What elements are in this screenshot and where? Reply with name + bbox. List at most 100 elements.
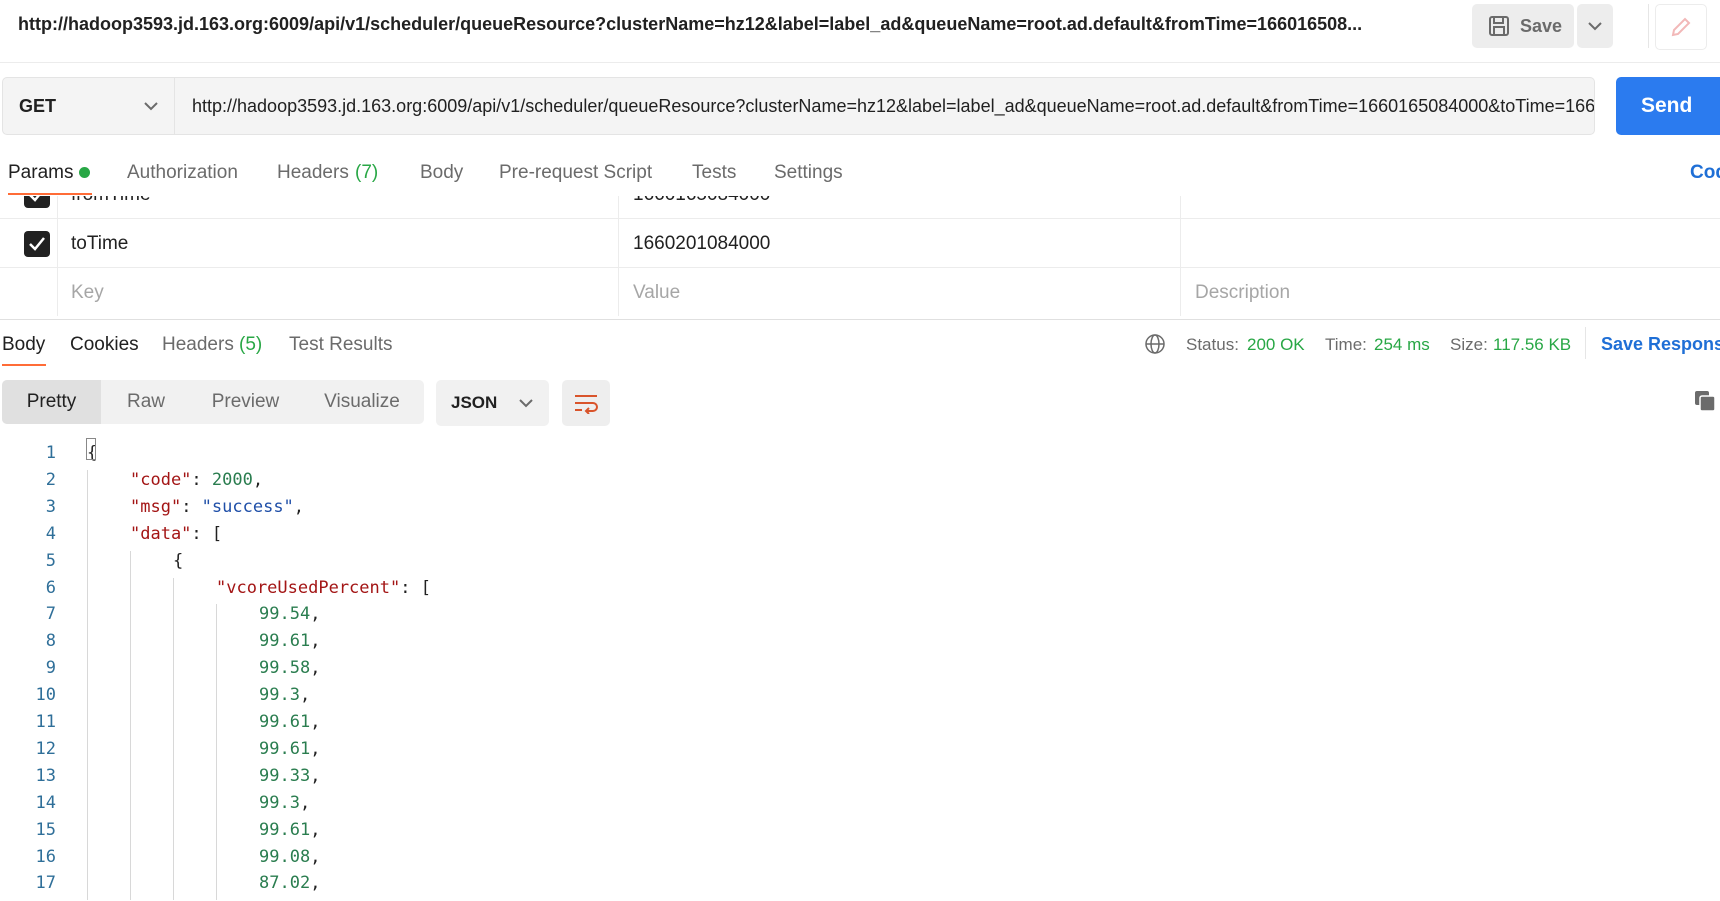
- language-select[interactable]: JSON: [436, 380, 549, 426]
- code-line: 99.58,: [259, 658, 320, 678]
- floppy-disk-icon: [1489, 16, 1509, 36]
- indent-guide: [173, 577, 174, 901]
- code-token: 87.02: [259, 873, 311, 894]
- response-tab-headers[interactable]: Headers: [162, 334, 234, 356]
- indent-guide: [87, 469, 88, 901]
- checkbox-cell: [0, 219, 58, 267]
- size-value[interactable]: 117.56 KB: [1493, 335, 1571, 355]
- status-value[interactable]: 200 OK: [1247, 335, 1305, 355]
- param-key[interactable]: fromTime: [71, 196, 151, 206]
- code-token: "msg": [130, 496, 182, 517]
- chevron-down-icon: [144, 102, 158, 111]
- mode-raw[interactable]: Raw: [101, 380, 191, 424]
- request-title-bar: http://hadoop3593.jd.163.org:6009/api/v1…: [0, 0, 1720, 50]
- column-divider: [1180, 268, 1181, 316]
- code-token: 99.61: [259, 712, 311, 732]
- code-token: 99.61: [259, 631, 311, 652]
- line-number: 15: [35, 819, 56, 840]
- code-token: {: [173, 550, 184, 571]
- mode-pretty[interactable]: Pretty: [2, 380, 101, 424]
- save-response-button[interactable]: Save Respons: [1601, 334, 1720, 355]
- save-dropdown-button[interactable]: [1577, 4, 1613, 48]
- copy-icon[interactable]: [1694, 390, 1716, 412]
- view-mode-group: Pretty Raw Preview Visualize: [2, 380, 424, 424]
- param-checkbox[interactable]: [24, 196, 50, 208]
- line-number: 16: [35, 846, 56, 867]
- tab-settings[interactable]: Settings: [774, 162, 843, 184]
- code-line: "data": [: [130, 524, 222, 544]
- tab-prerequest-script[interactable]: Pre-request Script: [499, 162, 652, 184]
- key-placeholder[interactable]: Key: [71, 282, 104, 304]
- globe-icon[interactable]: [1144, 333, 1166, 355]
- code-snippet-link[interactable]: Cod: [1690, 162, 1720, 184]
- save-button[interactable]: Save: [1472, 4, 1574, 48]
- line-number: 10: [35, 685, 56, 706]
- line-number: 6: [45, 577, 56, 598]
- param-key[interactable]: toTime: [71, 233, 128, 255]
- code-token: 99.61: [259, 738, 311, 759]
- size-label: Size:: [1450, 335, 1488, 354]
- description-placeholder[interactable]: Description: [1195, 282, 1290, 304]
- param-value[interactable]: 1660165084000: [633, 196, 770, 206]
- mode-preview[interactable]: Preview: [191, 380, 300, 424]
- code-token: "success": [201, 496, 294, 517]
- header-divider: [0, 62, 1720, 63]
- response-tab-test-results[interactable]: Test Results: [289, 334, 392, 356]
- status-label: Status:: [1186, 335, 1239, 354]
- time-value[interactable]: 254 ms: [1374, 335, 1430, 355]
- column-divider: [618, 196, 619, 218]
- tab-body[interactable]: Body: [420, 162, 463, 184]
- code-token: ,: [310, 658, 321, 679]
- language-label: JSON: [451, 393, 498, 412]
- line-number: 17: [35, 873, 56, 894]
- line-number: 8: [45, 631, 56, 652]
- code-line: 99.61,: [259, 820, 320, 840]
- response-tab-body[interactable]: Body: [2, 334, 45, 356]
- column-divider: [1180, 196, 1181, 218]
- code-token: : [: [191, 523, 223, 544]
- indent-guide: [216, 604, 217, 901]
- code-token: 99.58: [259, 658, 311, 679]
- method-select[interactable]: GET: [2, 77, 175, 135]
- url-value: http://hadoop3593.jd.163.org:6009/api/v1…: [192, 96, 1595, 116]
- url-input[interactable]: http://hadoop3593.jd.163.org:6009/api/v1…: [175, 77, 1595, 135]
- pencil-icon: [1671, 17, 1691, 37]
- mode-visualize[interactable]: Visualize: [300, 380, 424, 424]
- edit-button[interactable]: [1655, 4, 1707, 50]
- code-token: 99.54: [259, 604, 311, 625]
- wrap-lines-button[interactable]: [562, 380, 610, 426]
- tab-tests[interactable]: Tests: [692, 162, 736, 184]
- line-number: 3: [45, 496, 56, 517]
- param-value[interactable]: 1660201084000: [633, 233, 770, 255]
- value-placeholder[interactable]: Value: [633, 282, 680, 304]
- code-token: ,: [310, 738, 321, 759]
- param-checkbox[interactable]: [24, 231, 50, 257]
- line-number: 11: [35, 712, 56, 732]
- code-token: ,: [310, 604, 321, 625]
- method-label: GET: [19, 95, 57, 116]
- line-number: 14: [35, 792, 56, 813]
- code-token: ,: [310, 819, 321, 840]
- code-token: 99.08: [259, 846, 311, 867]
- code-line: "msg": "success",: [130, 497, 304, 517]
- line-number: 7: [45, 604, 56, 625]
- tab-authorization[interactable]: Authorization: [127, 162, 238, 184]
- response-code-viewer[interactable]: 1 {2 "code": 2000, 3 "msg": "success", 4 "data…: [0, 438, 1720, 901]
- tab-headers[interactable]: Headers: [277, 162, 349, 184]
- table-row: fromTime 1660165084000: [0, 196, 1720, 219]
- line-number: 4: [45, 523, 56, 544]
- checkbox-cell: [0, 196, 58, 218]
- line-number: 2: [45, 469, 56, 490]
- send-button[interactable]: Send: [1616, 77, 1720, 135]
- code-line: 99.54,: [259, 604, 320, 624]
- headers-count: (7): [355, 162, 379, 183]
- table-divider: [0, 319, 1720, 320]
- code-token: 2000: [211, 469, 253, 490]
- column-divider: [618, 219, 619, 267]
- response-tab-cookies[interactable]: Cookies: [70, 334, 139, 356]
- tab-params[interactable]: Params: [8, 162, 73, 184]
- code-token: 99.3: [259, 792, 300, 813]
- code-token: 99.3: [259, 685, 300, 706]
- request-title[interactable]: http://hadoop3593.jd.163.org:6009/api/v1…: [18, 14, 1362, 35]
- code-token: ,: [310, 712, 321, 732]
